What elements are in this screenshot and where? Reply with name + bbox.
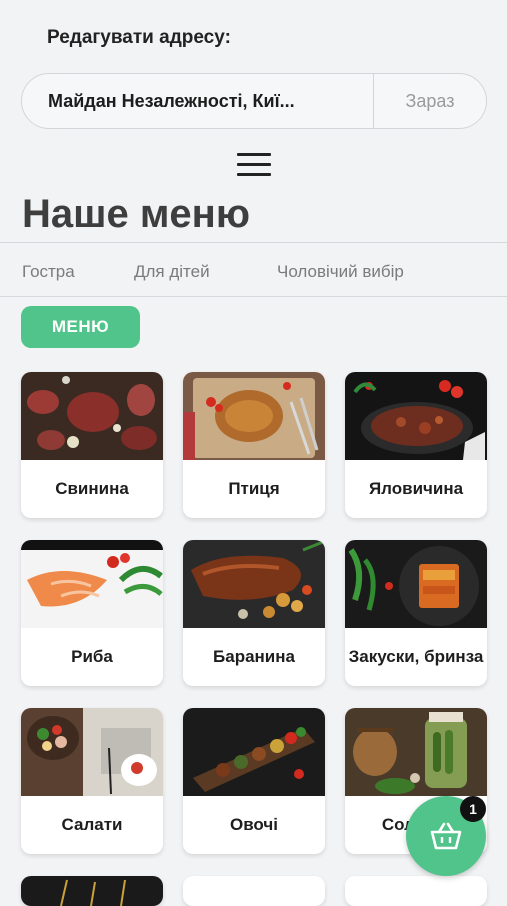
delivery-time-button[interactable]: Зараз: [374, 91, 486, 112]
category-card-partial[interactable]: [183, 876, 325, 906]
fish-image: [21, 540, 163, 628]
category-image: [21, 876, 163, 906]
category-label: Птиця: [228, 479, 280, 498]
category-card-partial[interactable]: [21, 876, 163, 906]
category-card-vegetables[interactable]: Овочі: [183, 708, 325, 854]
category-label: Овочі: [229, 815, 278, 834]
category-label: Закуски, бринза: [348, 647, 484, 666]
address-field[interactable]: Майдан Незалежності, Киї...: [22, 91, 373, 112]
pork-image: [21, 372, 163, 460]
edit-address-label: Редагувати адресу:: [47, 27, 231, 48]
category-label: Яловичина: [368, 479, 464, 498]
tab-for-kids[interactable]: Для дітей: [134, 262, 210, 282]
category-card-lamb[interactable]: Баранина: [183, 540, 325, 686]
menu-button[interactable]: МЕНЮ: [21, 306, 140, 348]
beef-image: [345, 372, 487, 460]
category-label: Риба: [71, 647, 113, 666]
address-bar[interactable]: Майдан Незалежності, Киї... Зараз: [21, 73, 487, 129]
hamburger-menu-icon[interactable]: [237, 153, 271, 179]
category-card-fish[interactable]: Риба: [21, 540, 163, 686]
category-card-partial[interactable]: [345, 876, 487, 906]
tab-mens-choice[interactable]: Чоловічий вибір: [277, 262, 404, 282]
pickles-image: [345, 708, 487, 796]
tab-spicy[interactable]: Гостра: [22, 262, 75, 282]
category-card-pork[interactable]: Свинина: [21, 372, 163, 518]
basket-icon: [430, 822, 462, 850]
category-card-poultry[interactable]: Птиця: [183, 372, 325, 518]
tabs-divider-bottom: [0, 296, 507, 297]
lamb-image: [183, 540, 325, 628]
page-title: Наше меню: [22, 192, 250, 236]
cart-count-badge: 1: [460, 796, 486, 822]
poultry-image: [183, 372, 325, 460]
vegetables-image: [183, 708, 325, 796]
category-label: Баранина: [213, 647, 295, 666]
snacks-cheese-image: [345, 540, 487, 628]
salads-image: [21, 708, 163, 796]
category-label: Свинина: [55, 479, 129, 498]
category-card-snacks-cheese[interactable]: Закуски, бринза: [345, 540, 487, 686]
category-card-beef[interactable]: Яловичина: [345, 372, 487, 518]
category-label: Салати: [61, 815, 123, 834]
tabs-divider-top: [0, 242, 507, 243]
category-card-salads[interactable]: Салати: [21, 708, 163, 854]
